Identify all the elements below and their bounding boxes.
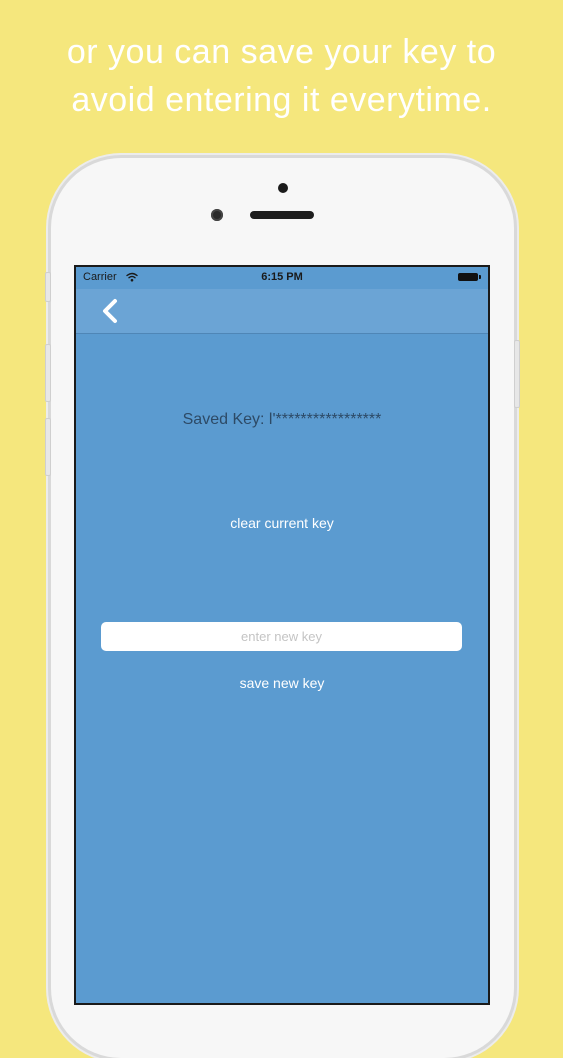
proximity-sensor: [278, 183, 288, 193]
promo-headline-line-1: or you can save your key to: [66, 33, 497, 71]
promo-headline: or you can save your key to avoid enteri…: [0, 28, 563, 124]
earpiece-speaker: [250, 211, 314, 219]
phone-power-button: [514, 340, 520, 408]
front-camera: [211, 209, 223, 221]
status-time: 6:15 PM: [261, 271, 303, 283]
new-key-input[interactable]: [101, 622, 462, 651]
phone-volume-down-button: [45, 418, 51, 476]
status-bar: Carrier 6:15 PM: [76, 267, 488, 289]
clear-current-key-button[interactable]: clear current key: [76, 515, 488, 531]
phone-mute-switch: [45, 272, 51, 302]
phone-screen: Carrier 6:15 PM Saved Key: l'***********…: [74, 265, 490, 1005]
promo-headline-line-2: avoid entering it everytime.: [71, 81, 492, 119]
navigation-bar: [76, 289, 488, 334]
battery-icon: [458, 273, 481, 281]
chevron-left-icon[interactable]: [98, 297, 124, 325]
phone-volume-up-button: [45, 344, 51, 402]
save-new-key-button[interactable]: save new key: [76, 675, 488, 691]
saved-key-label: Saved Key: l'*****************: [182, 411, 382, 428]
